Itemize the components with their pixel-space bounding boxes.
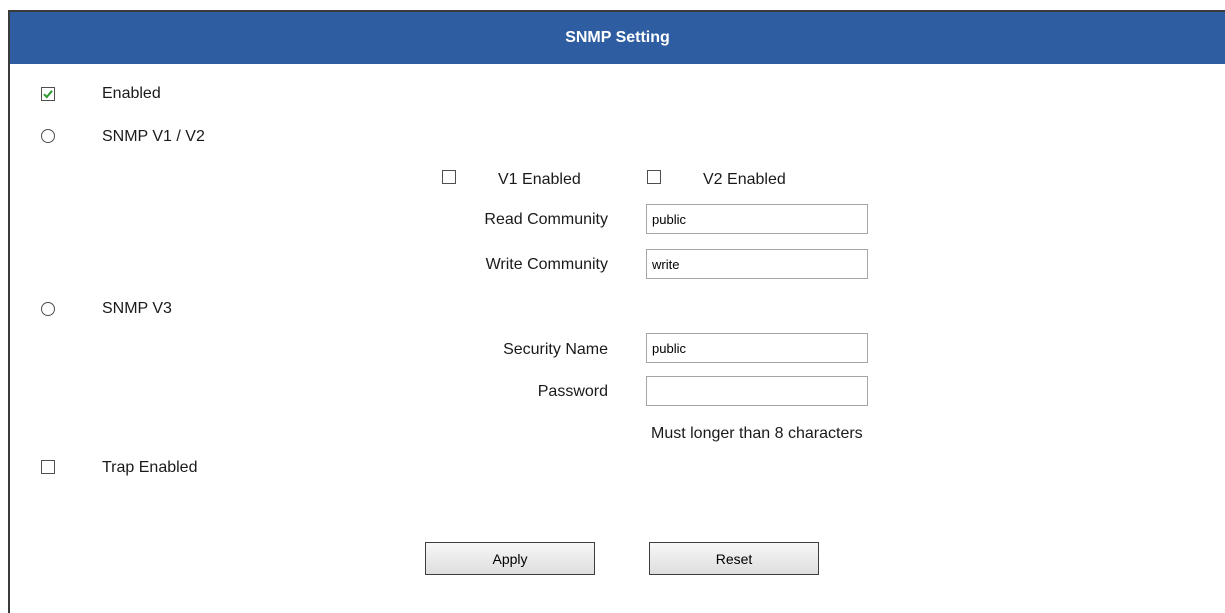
trap-enabled-label: Trap Enabled — [102, 459, 198, 476]
snmp-v1v2-radio[interactable] — [41, 129, 55, 143]
snmp-v3-radio[interactable] — [41, 302, 55, 316]
password-label: Password — [537, 383, 608, 400]
security-name-label: Security Name — [503, 341, 608, 358]
page-frame — [8, 10, 1225, 613]
password-input[interactable] — [646, 376, 868, 406]
enabled-checkbox[interactable] — [41, 87, 55, 101]
snmp-v1v2-label: SNMP V1 / V2 — [102, 128, 205, 145]
security-name-input[interactable] — [646, 333, 868, 363]
v1-enabled-label: V1 Enabled — [498, 171, 581, 188]
v1-enabled-checkbox[interactable] — [442, 170, 456, 184]
apply-button[interactable]: Apply — [425, 542, 595, 575]
page-title: SNMP Setting — [565, 29, 670, 46]
snmp-v3-label: SNMP V3 — [102, 300, 172, 317]
write-community-label: Write Community — [485, 256, 608, 273]
trap-enabled-checkbox[interactable] — [41, 460, 55, 474]
enabled-label: Enabled — [102, 85, 161, 102]
v2-enabled-label: V2 Enabled — [703, 171, 786, 188]
panel-header: SNMP Setting — [10, 12, 1225, 64]
read-community-label: Read Community — [484, 211, 608, 228]
read-community-input[interactable] — [646, 204, 868, 234]
password-hint: Must longer than 8 characters — [651, 425, 863, 442]
reset-button[interactable]: Reset — [649, 542, 819, 575]
v2-enabled-checkbox[interactable] — [647, 170, 661, 184]
check-mark-icon — [43, 90, 53, 99]
write-community-input[interactable] — [646, 249, 868, 279]
